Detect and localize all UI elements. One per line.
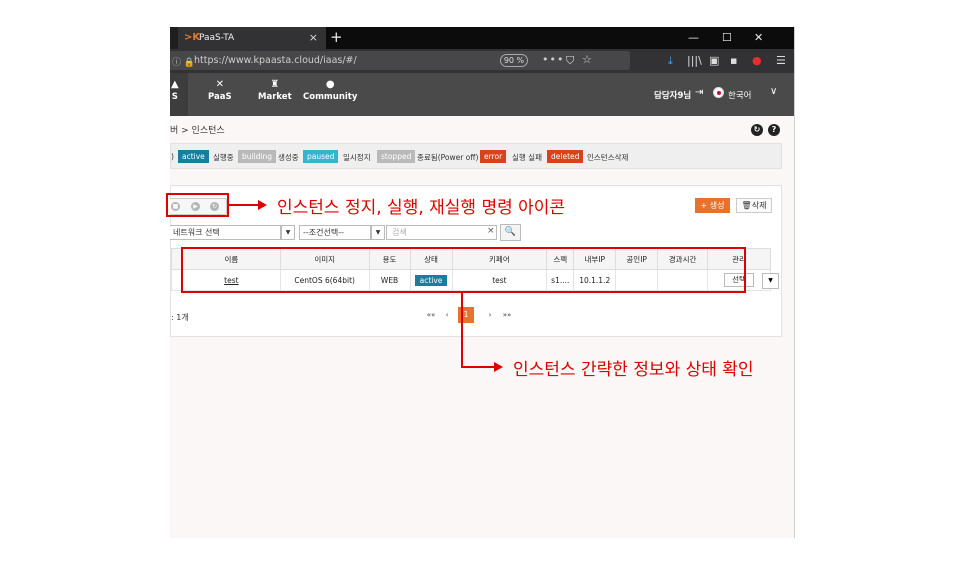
- browser-tab[interactable]: >K PaaS-TA ×: [178, 27, 326, 49]
- nav-item-market[interactable]: ♜ Market: [258, 79, 292, 102]
- legend-badge-error: error: [480, 150, 507, 163]
- legend-badge-building: building: [238, 150, 277, 163]
- breadcrumb: 버 > 인스턴스: [170, 126, 225, 136]
- tab-edge: [170, 27, 178, 49]
- annotation-arrowhead: [258, 200, 267, 210]
- korea-flag-icon: [713, 87, 724, 98]
- chevron-down-icon[interactable]: ▼: [281, 225, 295, 240]
- annotation-arrow: [229, 204, 259, 206]
- app-header: ▲ S ✕ PaaS ♜ Market ● Community 담당자9님 ⇥ 한국어 …: [170, 73, 794, 116]
- legend-badge-active: active: [178, 150, 209, 163]
- menu-icon[interactable]: ☰: [776, 54, 786, 67]
- zoom-level[interactable]: 90 %: [500, 54, 528, 67]
- nav-item-active[interactable]: ▲ S: [170, 73, 188, 116]
- condition-select[interactable]: --조건선택--: [299, 225, 371, 240]
- pocket-icon[interactable]: ⛉: [566, 54, 574, 68]
- network-select[interactable]: 네트워크 선택: [170, 225, 281, 240]
- library-icon[interactable]: |||\: [687, 54, 702, 67]
- ublock-icon[interactable]: ●: [752, 54, 762, 67]
- prev-page-button[interactable]: ‹: [439, 307, 455, 323]
- legend-badge-paused: paused: [303, 150, 339, 163]
- table-highlight-box: [181, 247, 746, 293]
- annotation-arrow: [461, 366, 495, 368]
- chevron-down-icon[interactable]: ▼: [371, 225, 385, 240]
- home-icon: ▲: [171, 79, 179, 90]
- minimize-icon[interactable]: —: [688, 31, 699, 44]
- legend-text: 실행중: [213, 153, 234, 162]
- nav-item-partial: ▲ S: [171, 79, 179, 102]
- sidebar-icon[interactable]: ▣: [709, 54, 719, 67]
- user-name[interactable]: 담당자9님: [654, 89, 691, 101]
- legend-text: 일시정지: [343, 153, 371, 162]
- legend-text: 생성중: [278, 153, 299, 162]
- legend-badge-deleted: deleted: [547, 150, 584, 163]
- close-window-icon[interactable]: ✕: [754, 31, 763, 44]
- paasta-logo-icon: >K: [184, 32, 201, 43]
- legend-text: 인스턴스삭제: [587, 153, 629, 162]
- legend-text: 실행 실패: [512, 153, 542, 162]
- logout-icon[interactable]: ⇥: [695, 87, 703, 98]
- chevron-down-icon[interactable]: ▼: [762, 273, 779, 289]
- annotation-arrow-vertical: [461, 293, 463, 367]
- url-text[interactable]: https://www.kpaasta.cloud/iaas/#/: [194, 55, 357, 66]
- url-bar: ⓘ 🔒 https://www.kpaasta.cloud/iaas/#/ 90…: [170, 49, 794, 73]
- tab-close-icon[interactable]: ×: [309, 31, 318, 44]
- legend-text: 종료됨(Power off): [417, 153, 479, 162]
- address-field[interactable]: ⓘ 🔒 https://www.kpaasta.cloud/iaas/#/ 90…: [170, 51, 630, 70]
- site-lock-icon: ⓘ 🔒: [172, 58, 196, 68]
- annotation-arrowhead: [494, 362, 503, 372]
- annotation-summary: 인스턴스 간략한 정보와 상태 확인: [513, 360, 754, 380]
- tab-bar: >K PaaS-TA × + — ☐ ✕: [170, 27, 794, 49]
- language-select[interactable]: 한국어: [728, 89, 751, 101]
- search-input[interactable]: 검색: [386, 225, 497, 240]
- last-page-button[interactable]: »»: [499, 307, 515, 323]
- next-page-button[interactable]: ›: [482, 307, 498, 323]
- bookmark-star-icon[interactable]: ☆: [582, 53, 592, 66]
- create-button[interactable]: + 생성: [695, 198, 730, 213]
- controls-highlight-box: [166, 193, 229, 217]
- community-icon: ●: [325, 79, 335, 90]
- maximize-icon[interactable]: ☐: [722, 31, 732, 44]
- delete-button[interactable]: 🗑삭제: [736, 198, 772, 213]
- clear-icon[interactable]: ×: [487, 226, 495, 236]
- search-button[interactable]: 🔍: [500, 224, 521, 241]
- market-icon: ♜: [270, 79, 280, 90]
- download-icon[interactable]: ⤓: [668, 54, 673, 68]
- tab-title: PaaS-TA: [199, 33, 235, 43]
- chevron-down-icon[interactable]: ∨: [770, 86, 777, 97]
- page-actions-icon[interactable]: •••: [542, 53, 564, 66]
- search-icon: 🔍: [504, 227, 517, 237]
- extension-icon[interactable]: ▪: [730, 54, 737, 67]
- annotation-controls: 인스턴스 정지, 실행, 재실행 명령 아이콘: [277, 198, 566, 218]
- refresh-icon[interactable]: ↻: [751, 124, 763, 136]
- nav-item-paas[interactable]: ✕ PaaS: [208, 79, 232, 102]
- legend-badge-stopped: stopped: [377, 150, 416, 163]
- new-tab-button[interactable]: +: [330, 28, 343, 46]
- help-icon[interactable]: ?: [768, 124, 780, 136]
- nav-item-community[interactable]: ● Community: [303, 79, 357, 102]
- total-count: : 1개: [171, 313, 189, 322]
- tools-icon: ✕: [215, 79, 224, 90]
- first-page-button[interactable]: ««: [423, 307, 439, 323]
- status-legend: ) active 실행중 building 생성중 paused 일시정지 st…: [170, 143, 782, 169]
